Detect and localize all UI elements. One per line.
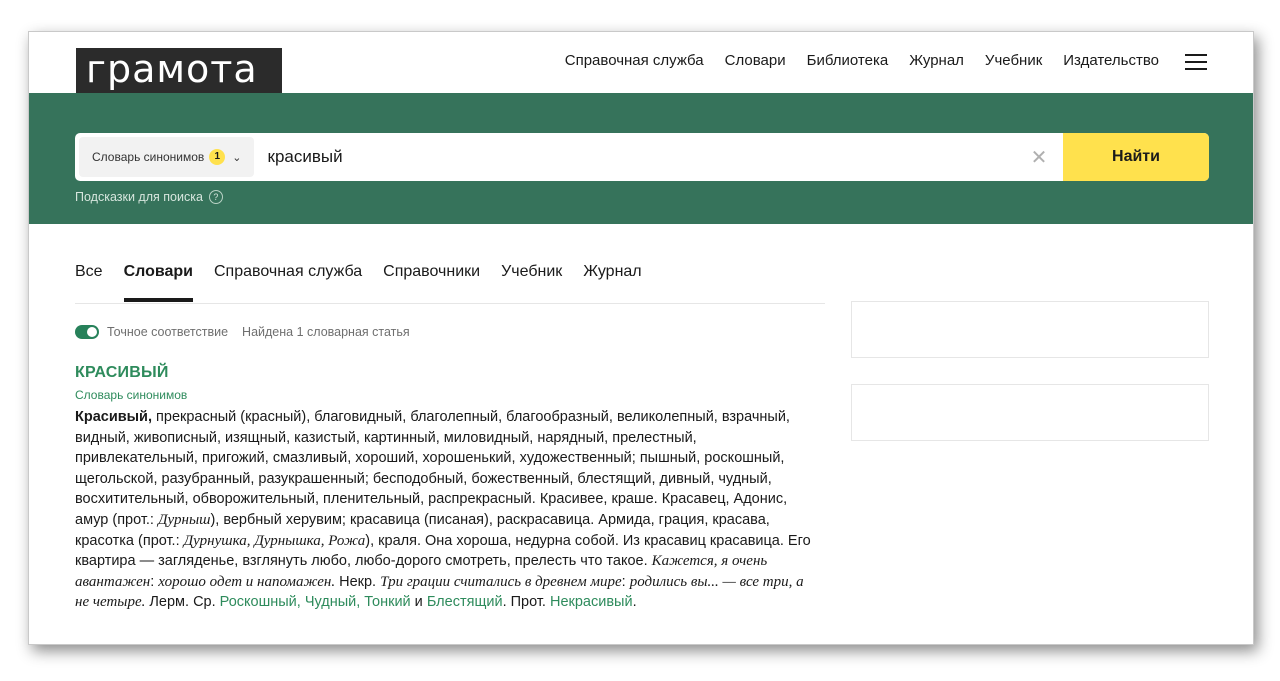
search-bar: Словарь синонимов 1 ⌄ ✕ Найти: [75, 133, 1209, 181]
results-meta: Точное соответствие Найдена 1 словарная …: [75, 325, 410, 339]
entry-source[interactable]: Словарь синонимов: [75, 388, 187, 402]
nav-item-biblioteka[interactable]: Библиотека: [807, 52, 889, 69]
tabs-divider: [75, 303, 825, 304]
entry-title[interactable]: КРАСИВЫЙ: [75, 364, 169, 382]
nav-item-slovari[interactable]: Словари: [725, 52, 786, 69]
tab-all[interactable]: Все: [75, 263, 103, 302]
entry-text: . Прот.: [502, 594, 550, 611]
clear-icon[interactable]: ✕: [1019, 145, 1059, 170]
browser-window: грамота Справочная служба Словари Библио…: [28, 31, 1254, 645]
entry-text: .: [632, 594, 637, 611]
site-header: грамота Справочная служба Словари Библио…: [29, 32, 1253, 93]
tab-reference[interactable]: Справочники: [383, 263, 480, 302]
entry-synonym-link[interactable]: Блестящий: [427, 594, 503, 610]
search-hints-link[interactable]: Подсказки для поиска ?: [75, 190, 223, 204]
nav-item-uchebnik[interactable]: Учебник: [985, 52, 1042, 69]
entry-text: Лерм. Ср.: [145, 594, 220, 611]
entry-synonym-link[interactable]: , Тонкий: [356, 594, 410, 610]
sidebar-box: [851, 384, 1209, 441]
entry-text: :: [621, 573, 630, 590]
tab-textbook[interactable]: Учебник: [501, 263, 562, 302]
result-tabs: Все Словари Справочная служба Справочник…: [75, 263, 642, 302]
entry-text: и: [410, 594, 427, 611]
chevron-down-icon: ⌄: [232, 151, 242, 164]
search-input[interactable]: [253, 133, 1019, 181]
dictionary-select[interactable]: Словарь синонимов 1 ⌄: [79, 137, 254, 177]
entry-text: Некр.: [335, 573, 381, 590]
nav-item-spravochnaya[interactable]: Справочная служба: [565, 52, 704, 69]
sidebar-box: [851, 301, 1209, 358]
tab-help-service[interactable]: Справочная служба: [214, 263, 362, 302]
entry-body: Красивый, прекрасный (красный), благовид…: [75, 407, 820, 613]
tab-dictionaries[interactable]: Словари: [123, 263, 193, 302]
exact-match-label: Точное соответствие: [107, 325, 229, 339]
entry-italic-text: Три грации считались в древнем мире: [380, 573, 622, 590]
find-button[interactable]: Найти: [1063, 133, 1209, 181]
entry-text: прекрасный (красный), благовидный, благо…: [75, 409, 790, 528]
entry-italic-text: Дурнушка, Дурнышка, Рожа: [183, 532, 366, 549]
gramota-logo[interactable]: грамота: [76, 48, 282, 93]
search-hints-label: Подсказки для поиска: [75, 190, 203, 204]
entry-synonym-link[interactable]: , Чудный: [297, 594, 356, 610]
hamburger-menu-icon[interactable]: [1185, 54, 1207, 70]
dictionary-count-badge: 1: [209, 149, 226, 165]
found-count: Найдена 1 словарная статья: [242, 325, 410, 339]
help-icon: ?: [208, 190, 223, 204]
entry-italic-text: хорошо одет и напомажен.: [158, 573, 336, 590]
entry-headword: Красивый,: [75, 409, 152, 425]
entry-synonym-link[interactable]: Роскошный: [220, 594, 297, 610]
nav-item-izdatelstvo[interactable]: Издательство: [1063, 52, 1159, 69]
main-nav: Справочная служба Словари Библиотека Жур…: [565, 52, 1159, 69]
dictionary-select-label: Словарь синонимов: [92, 150, 205, 164]
entry-italic-text: Дурныш: [158, 511, 211, 528]
search-band: Словарь синонимов 1 ⌄ ✕ Найти Подсказки …: [29, 93, 1253, 224]
entry-synonym-link[interactable]: Некрасивый: [550, 594, 633, 610]
nav-item-zhurnal[interactable]: Журнал: [909, 52, 964, 69]
tab-journal[interactable]: Журнал: [583, 263, 641, 302]
exact-match-toggle[interactable]: [75, 325, 99, 339]
